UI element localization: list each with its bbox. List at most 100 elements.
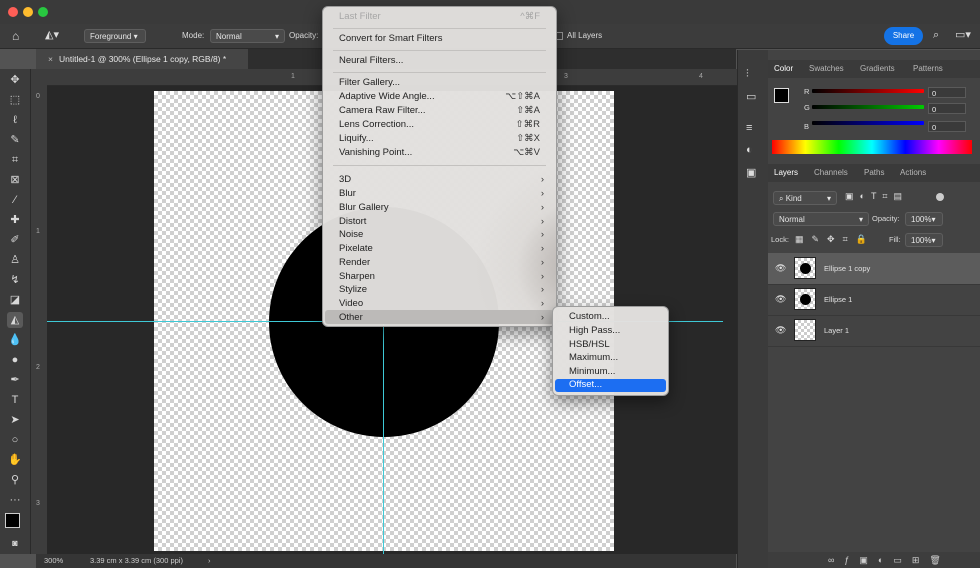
styles-panel-icon[interactable]: ◐ — [746, 144, 753, 156]
green-value-field[interactable]: 0 — [928, 103, 966, 114]
menu-item-blur[interactable]: Blur — [339, 188, 356, 199]
brush-tool-icon[interactable]: ✐ — [7, 232, 23, 248]
tab-layers[interactable]: Layers — [774, 164, 798, 182]
close-window-button[interactable] — [8, 7, 18, 17]
tab-color[interactable]: Color — [774, 60, 793, 78]
layer-filter-icons[interactable]: ▣◐T⌗▤ — [845, 191, 908, 202]
more-tools-icon[interactable]: ··· — [7, 492, 23, 508]
menu-item-filter-gallery[interactable]: Filter Gallery... — [339, 77, 400, 88]
tab-actions[interactable]: Actions — [900, 164, 926, 182]
search-icon[interactable]: ⌕ — [933, 29, 939, 42]
libraries-panel-icon[interactable]: ▣ — [746, 166, 756, 179]
type-tool-icon[interactable]: T — [7, 392, 23, 408]
layer-name[interactable]: Ellipse 1 copy — [824, 253, 870, 284]
document-tab[interactable]: × Untitled-1 @ 300% (Ellipse 1 copy, RGB/… — [36, 49, 248, 69]
tab-swatches[interactable]: Swatches — [809, 60, 844, 78]
tab-channels[interactable]: Channels — [814, 164, 848, 182]
submenu-item-offset[interactable]: Offset... — [569, 379, 602, 390]
fill-source-dropdown[interactable]: Foreground ▾ — [84, 29, 146, 43]
frame-tool-icon[interactable]: ⊠ — [7, 172, 23, 188]
visibility-eye-icon[interactable]: 👁 — [775, 284, 786, 315]
menu-item-lens-correction[interactable]: Lens Correction... — [339, 119, 414, 130]
menu-item-stylize[interactable]: Stylize — [339, 284, 367, 295]
menu-item-vanishing-point[interactable]: Vanishing Point... — [339, 147, 412, 158]
layer-filter-kind-dropdown[interactable]: ⌕ Kind ▾ — [773, 191, 837, 205]
submenu-item-maximum[interactable]: Maximum... — [569, 352, 618, 363]
lasso-tool-icon[interactable]: ℓ — [7, 112, 23, 128]
menu-item-liquify[interactable]: Liquify... — [339, 133, 374, 144]
mode-dropdown[interactable]: Normal ▾ — [210, 29, 285, 43]
submenu-item-minimum[interactable]: Minimum... — [569, 366, 615, 377]
adjustments-panel-icon[interactable]: ≡ — [746, 122, 752, 134]
menu-item-render[interactable]: Render — [339, 257, 370, 268]
layer-row-ellipse-1-copy[interactable]: 👁 Ellipse 1 copy — [768, 253, 980, 285]
ellipse-tool-icon[interactable]: ○ — [7, 432, 23, 448]
comments-panel-icon[interactable]: ▭ — [746, 90, 756, 103]
layers-panel-footer-icons[interactable]: ∞ƒ▣◐▭⊞🗑 — [768, 552, 980, 568]
workspace-icon[interactable]: ▭▾ — [955, 28, 971, 41]
quick-mask-icon[interactable]: ◙ — [7, 535, 23, 551]
menu-item-noise[interactable]: Noise — [339, 229, 363, 240]
path-selection-tool-icon[interactable]: ➤ — [7, 412, 23, 428]
layer-row-layer-1[interactable]: 👁 Layer 1 — [768, 315, 980, 347]
foreground-color-chip[interactable] — [774, 88, 789, 103]
history-panel-icon[interactable]: ⫶ — [746, 68, 749, 81]
menu-item-blur-gallery[interactable]: Blur Gallery — [339, 202, 389, 213]
menu-item-pixelate[interactable]: Pixelate — [339, 243, 373, 254]
red-slider[interactable] — [812, 89, 924, 93]
menu-item-neural-filters[interactable]: Neural Filters... — [339, 55, 403, 66]
layer-row-ellipse-1[interactable]: 👁 Ellipse 1 — [768, 284, 980, 316]
quick-selection-tool-icon[interactable]: ✎ — [7, 132, 23, 148]
status-arrow-icon[interactable]: › — [208, 554, 211, 568]
blue-slider[interactable] — [812, 121, 924, 125]
color-spectrum-bar[interactable] — [772, 140, 972, 154]
menu-item-last-filter[interactable]: Last Filter — [339, 11, 381, 22]
crop-tool-icon[interactable]: ⌗ — [7, 152, 23, 168]
blue-value-field[interactable]: 0 — [928, 121, 966, 132]
submenu-item-custom[interactable]: Custom... — [569, 311, 610, 322]
history-brush-tool-icon[interactable]: ↯ — [7, 272, 23, 288]
zoom-tool-icon[interactable]: ⚲ — [7, 472, 23, 488]
move-tool-icon[interactable]: ✥ — [7, 72, 23, 88]
tab-paths[interactable]: Paths — [864, 164, 884, 182]
pen-tool-icon[interactable]: ✒ — [7, 372, 23, 388]
submenu-item-hsb-hsl[interactable]: HSB/HSL — [569, 339, 610, 350]
menu-item-camera-raw-filter[interactable]: Camera Raw Filter... — [339, 105, 426, 116]
hand-tool-icon[interactable]: ✋ — [7, 452, 23, 468]
minimize-window-button[interactable] — [23, 7, 33, 17]
green-slider[interactable] — [812, 105, 924, 109]
lock-options-icons[interactable]: ▦✎✥⌗🔒 — [795, 234, 875, 245]
layer-name[interactable]: Layer 1 — [824, 315, 849, 346]
menu-item-distort[interactable]: Distort — [339, 216, 366, 227]
share-button[interactable]: Share — [884, 27, 923, 45]
opacity-field[interactable]: 100%▾ — [905, 212, 943, 226]
paint-bucket-tool-icon[interactable]: ◭▾ — [45, 28, 59, 41]
blur-tool-icon[interactable]: 💧 — [7, 332, 23, 348]
paint-bucket-tool-active-icon[interactable]: ◭ — [7, 312, 23, 328]
vertical-guide[interactable] — [383, 320, 384, 555]
layer-name[interactable]: Ellipse 1 — [824, 284, 852, 315]
tab-gradients[interactable]: Gradients — [860, 60, 895, 78]
menu-item-video[interactable]: Video — [339, 298, 363, 309]
menu-item-sharpen[interactable]: Sharpen — [339, 271, 375, 282]
visibility-eye-icon[interactable]: 👁 — [775, 253, 786, 284]
menu-item-3d[interactable]: 3D — [339, 174, 351, 185]
menu-item-convert-smart-filters[interactable]: Convert for Smart Filters — [339, 33, 442, 44]
submenu-item-high-pass[interactable]: High Pass... — [569, 325, 620, 336]
marquee-tool-icon[interactable]: ⬚ — [7, 92, 23, 108]
eraser-tool-icon[interactable]: ◪ — [7, 292, 23, 308]
fill-field[interactable]: 100%▾ — [905, 233, 943, 247]
healing-brush-tool-icon[interactable]: ✚ — [7, 212, 23, 228]
menu-item-adaptive-wide-angle[interactable]: Adaptive Wide Angle... — [339, 91, 435, 102]
dodge-tool-icon[interactable]: ● — [7, 352, 23, 368]
zoom-window-button[interactable] — [38, 7, 48, 17]
red-value-field[interactable]: 0 — [928, 87, 966, 98]
filter-toggle-icon[interactable] — [936, 193, 944, 201]
foreground-color-swatch[interactable] — [5, 513, 20, 528]
visibility-eye-icon[interactable]: 👁 — [775, 315, 786, 346]
tab-patterns[interactable]: Patterns — [913, 60, 943, 78]
zoom-level[interactable]: 300% — [44, 554, 63, 568]
blend-mode-dropdown[interactable]: Normal ▾ — [773, 212, 869, 226]
close-tab-icon[interactable]: × — [48, 54, 53, 64]
eyedropper-tool-icon[interactable]: ⁄ — [7, 192, 23, 208]
